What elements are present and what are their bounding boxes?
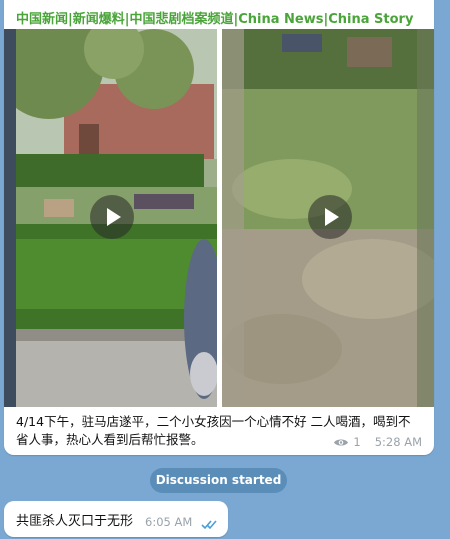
video-thumbnail-1[interactable]	[4, 29, 217, 407]
channel-post-bubble: 中国新闻|新闻爆料|中国悲剧档案频道|China News|China Stor…	[4, 0, 434, 455]
post-time: 5:28 AM	[374, 435, 422, 449]
reply-message-bubble: 共匪杀人灭口于无形 6:05 AM	[4, 501, 228, 537]
play-button-1[interactable]	[90, 195, 134, 239]
view-count: 1	[353, 435, 361, 449]
play-button-2[interactable]	[308, 195, 352, 239]
discussion-started-badge: Discussion started	[150, 468, 287, 493]
video-thumbnail-2[interactable]	[222, 29, 434, 407]
channel-title[interactable]: 中国新闻|新闻爆料|中国悲剧档案频道|China News|China Stor…	[16, 8, 413, 27]
post-meta: 1 5:28 AM	[333, 435, 422, 449]
double-check-icon	[201, 515, 219, 534]
reply-time: 6:05 AM	[145, 515, 193, 529]
reply-text: 共匪杀人灭口于无形	[16, 514, 134, 529]
eye-icon	[333, 437, 349, 448]
